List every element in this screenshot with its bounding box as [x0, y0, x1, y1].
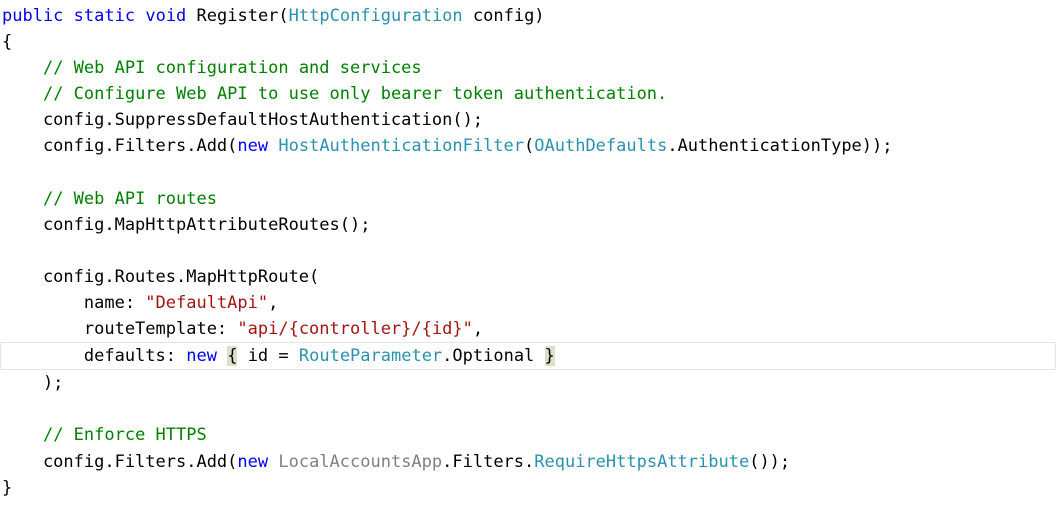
- code-token-kw: new: [186, 346, 217, 367]
- code-token-type: HostAuthenticationFilter: [278, 136, 525, 157]
- code-token-kw: new: [237, 451, 269, 472]
- code-token-plain: config.Filters.Add(: [2, 451, 238, 472]
- code-line[interactable]: );: [0, 370, 1058, 396]
- code-token-type: OAuthDefaults: [534, 136, 668, 157]
- code-token-str: "DefaultApi": [145, 293, 269, 314]
- code-token-kw: new: [237, 136, 269, 157]
- code-token-cmt: // Enforce HTTPS: [42, 425, 207, 446]
- code-line[interactable]: {: [0, 29, 1058, 55]
- code-line[interactable]: name: "DefaultApi",: [0, 290, 1058, 316]
- code-line[interactable]: config.Filters.Add(new HostAuthenticatio…: [0, 133, 1058, 159]
- code-token-cmt: // Configure Web API to use only bearer …: [42, 84, 668, 105]
- code-token-cmt: // Web API routes: [42, 188, 217, 209]
- code-token-plain: ,: [268, 293, 279, 314]
- code-line[interactable]: config.Filters.Add(new LocalAccountsApp.…: [0, 449, 1058, 475]
- code-token-plain: Register(: [186, 6, 289, 26]
- code-token-plain: id =: [237, 346, 299, 367]
- code-token-plain: .Optional: [442, 346, 545, 367]
- code-token-brace-hl: {: [227, 346, 238, 367]
- code-token-plain: (: [524, 136, 535, 157]
- code-line[interactable]: [0, 160, 1058, 186]
- code-token-plain: defaults:: [2, 346, 187, 367]
- code-token-blank: [2, 241, 12, 261]
- code-line-current[interactable]: defaults: new { id = RouteParameter.Opti…: [0, 342, 1056, 371]
- code-line[interactable]: // Configure Web API to use only bearer …: [0, 81, 1058, 107]
- code-token-plain: .AuthenticationType));: [667, 136, 893, 157]
- code-token-type: RequireHttpsAttribute: [534, 451, 750, 472]
- code-token-plain: config.Routes.MapHttpRoute(: [2, 266, 320, 287]
- code-token-type: RouteParameter: [298, 346, 443, 367]
- code-line[interactable]: }: [0, 475, 1058, 501]
- code-token-plain: config): [462, 6, 545, 26]
- code-token-blank: [2, 399, 12, 419]
- code-token-plain: ());: [749, 451, 791, 472]
- code-token-kw: public: [2, 6, 64, 26]
- code-line[interactable]: [0, 396, 1058, 422]
- code-text-surface[interactable]: public static void Register(HttpConfigur…: [0, 3, 1058, 501]
- code-line[interactable]: routeTemplate: "api/{controller}/{id}",: [0, 316, 1058, 342]
- code-line[interactable]: config.MapHttpAttributeRoutes();: [0, 212, 1058, 238]
- code-editor[interactable]: public static void Register(HttpConfigur…: [0, 0, 1058, 522]
- code-token-str: "api/{controller}/{id}": [237, 319, 473, 340]
- code-line[interactable]: [0, 238, 1058, 264]
- code-token-plain: config.MapHttpAttributeRoutes();: [2, 214, 371, 235]
- code-token-plain: config.Filters.Add(: [2, 136, 238, 157]
- code-token-ns: LocalAccountsApp: [278, 451, 443, 472]
- code-line[interactable]: config.Routes.MapHttpRoute(: [0, 264, 1058, 290]
- code-token-plain: {: [2, 32, 13, 53]
- code-line[interactable]: public static void Register(HttpConfigur…: [0, 3, 1058, 29]
- code-token-plain: name:: [2, 293, 146, 314]
- code-token-plain: }: [2, 477, 13, 498]
- code-token-plain: .Filters.: [442, 451, 535, 472]
- code-token-blank: [2, 163, 12, 183]
- code-token-kw: void: [145, 6, 187, 26]
- code-token-cmt: // Web API configuration and services: [42, 58, 422, 79]
- code-token-plain: config.SuppressDefaultHostAuthentication…: [2, 110, 484, 131]
- code-token-plain: );: [2, 373, 64, 394]
- code-token-brace-hl: }: [544, 346, 555, 367]
- code-token-plain: routeTemplate:: [2, 319, 238, 340]
- code-token-type: HttpConfiguration: [288, 6, 463, 26]
- code-line[interactable]: // Enforce HTTPS: [0, 422, 1058, 448]
- code-line[interactable]: // Web API routes: [0, 186, 1058, 212]
- code-line[interactable]: // Web API configuration and services: [0, 55, 1058, 81]
- code-token-kw: static: [73, 6, 136, 26]
- code-token-plain: ,: [472, 319, 484, 340]
- code-line[interactable]: config.SuppressDefaultHostAuthentication…: [0, 107, 1058, 133]
